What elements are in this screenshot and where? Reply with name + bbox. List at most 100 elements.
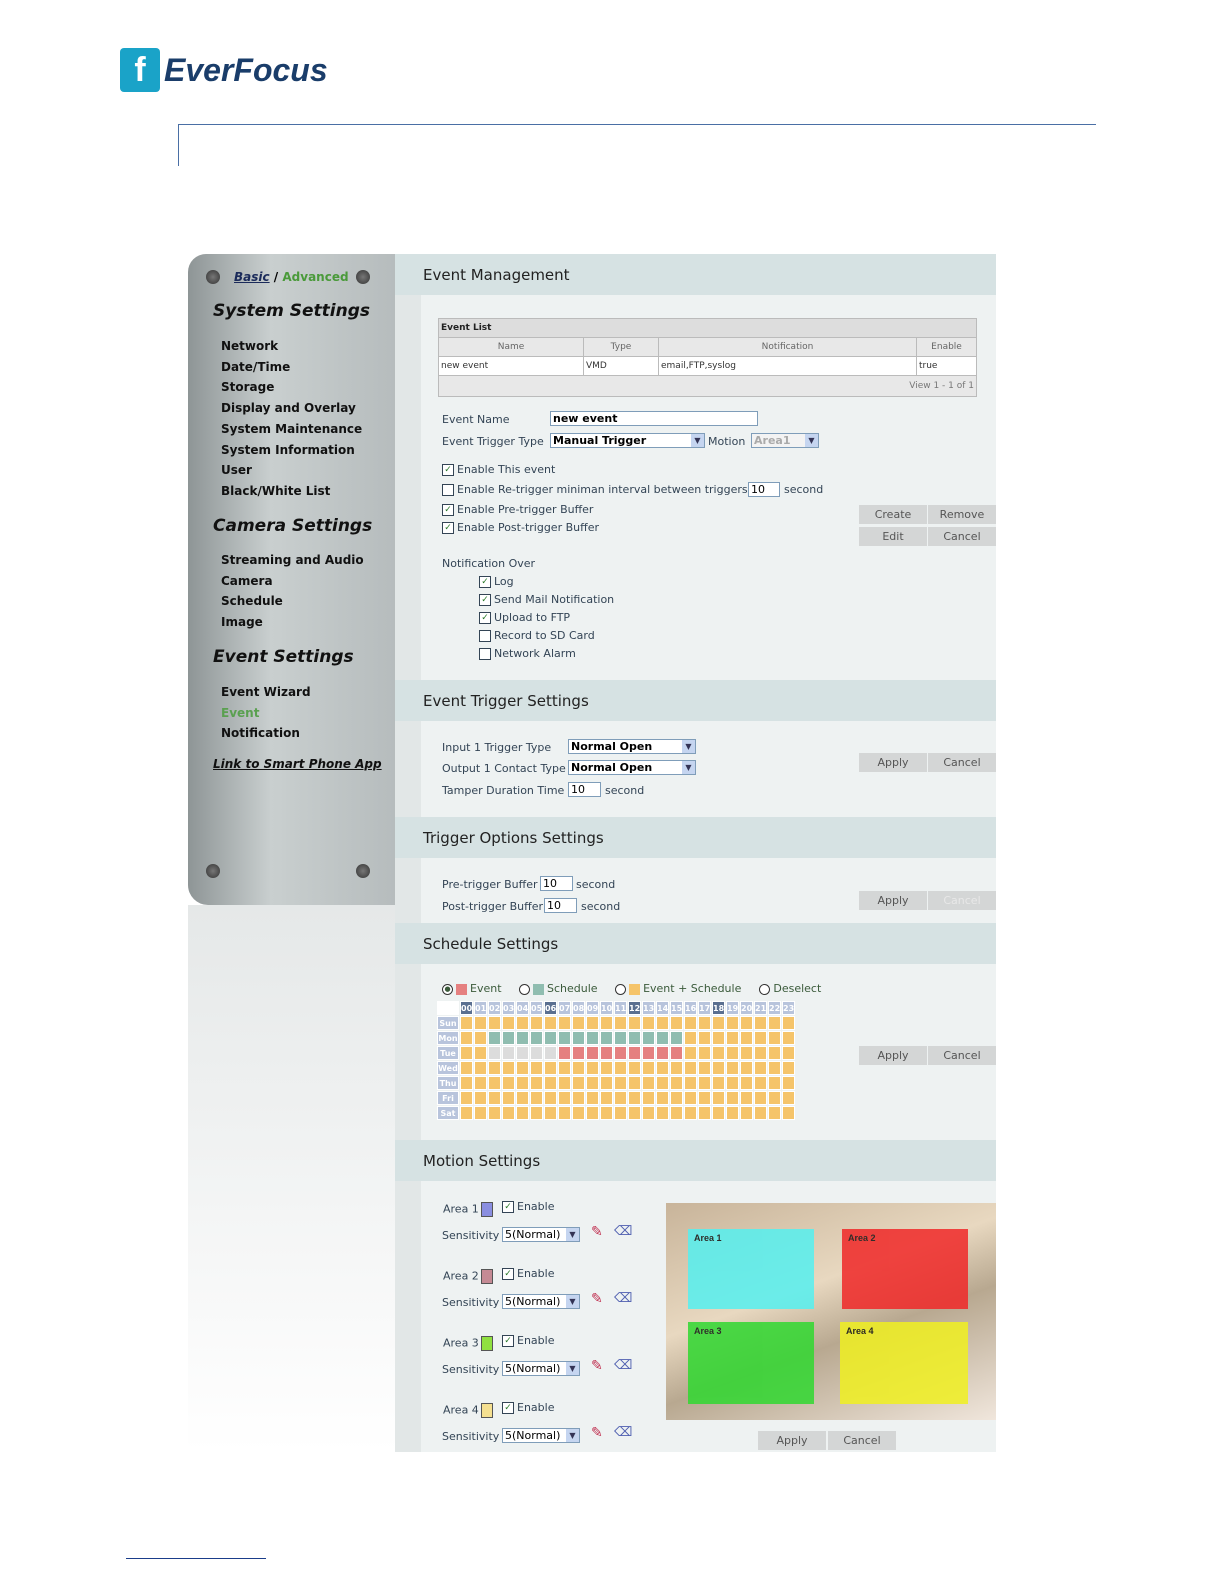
schedule-cell[interactable] [474,1091,487,1105]
schedule-cell[interactable] [460,1031,473,1045]
schedule-cell[interactable] [516,1106,529,1120]
schedule-cell[interactable] [726,1076,739,1090]
pre-trigger-buffer-input[interactable]: 10 [540,876,573,891]
apply-button[interactable]: Apply [758,1431,826,1450]
schedule-cell[interactable] [558,1046,571,1060]
eraser-icon[interactable]: ⌫ [614,1224,632,1239]
notify-record-to-sd-card-checkbox[interactable]: Record to SD Card [479,629,595,642]
day-label[interactable]: Sun [437,1016,459,1030]
schedule-cell[interactable] [600,1016,613,1030]
schedule-cell[interactable] [712,1106,725,1120]
schedule-cell[interactable] [530,1076,543,1090]
schedule-cell[interactable] [768,1016,781,1030]
hour-header[interactable]: 11 [614,1001,627,1015]
cancel-button[interactable]: Cancel [828,1431,896,1450]
hour-header[interactable]: 16 [684,1001,697,1015]
apply-button[interactable]: Apply [859,753,927,772]
schedule-cell[interactable] [628,1091,641,1105]
schedule-cell[interactable] [502,1061,515,1075]
enable-event-checkbox[interactable]: ✓ Enable This event [442,463,555,476]
hour-header[interactable]: 04 [516,1001,529,1015]
schedule-cell[interactable] [572,1106,585,1120]
schedule-cell[interactable] [754,1106,767,1120]
sensitivity-select[interactable]: 5(Normal) ▼ [502,1361,580,1376]
schedule-cell[interactable] [670,1016,683,1030]
schedule-cell[interactable] [628,1031,641,1045]
cancel-button[interactable]: Cancel [928,1046,996,1065]
sidebar-item-image[interactable]: Image [221,615,263,629]
camera-preview-image[interactable]: Area 1 Area 2 Area 3 Area 4 [666,1203,996,1420]
hour-header[interactable]: 17 [698,1001,711,1015]
schedule-cell[interactable] [614,1076,627,1090]
schedule-cell[interactable] [558,1091,571,1105]
area-enable-checkbox[interactable]: ✓ Enable [502,1267,554,1280]
schedule-cell[interactable] [516,1016,529,1030]
schedule-cell[interactable] [544,1091,557,1105]
schedule-cell[interactable] [530,1031,543,1045]
output-contact-type-select[interactable]: Normal Open ▼ [568,760,696,775]
schedule-cell[interactable] [544,1016,557,1030]
schedule-cell[interactable] [656,1046,669,1060]
hour-header[interactable]: 18 [712,1001,725,1015]
schedule-cell[interactable] [460,1091,473,1105]
schedule-cell[interactable] [656,1106,669,1120]
schedule-cell[interactable] [628,1046,641,1060]
schedule-cell[interactable] [474,1106,487,1120]
schedule-cell[interactable] [782,1076,795,1090]
schedule-cell[interactable] [782,1016,795,1030]
schedule-cell[interactable] [670,1061,683,1075]
schedule-cell[interactable] [726,1031,739,1045]
sidebar-item-camera[interactable]: Camera [221,574,273,588]
eraser-icon[interactable]: ⌫ [614,1425,632,1440]
schedule-cell[interactable] [698,1061,711,1075]
event-trigger-type-select[interactable]: Manual Trigger ▼ [550,433,705,448]
notify-upload-to-ftp-checkbox[interactable]: ✓ Upload to FTP [479,611,570,624]
sidebar-item-network[interactable]: Network [221,339,278,353]
hour-header[interactable]: 23 [782,1001,795,1015]
schedule-cell[interactable] [488,1076,501,1090]
schedule-cell[interactable] [712,1091,725,1105]
schedule-cell[interactable] [530,1046,543,1060]
cancel-button[interactable]: Cancel [928,527,996,546]
retrigger-interval-input[interactable]: 10 [748,482,780,497]
hour-header[interactable]: 20 [740,1001,753,1015]
day-label[interactable]: Mon [437,1031,459,1045]
mode-basic-link[interactable]: Basic [234,270,270,284]
sidebar-item-schedule[interactable]: Schedule [221,594,283,608]
day-label[interactable]: Thu [437,1076,459,1090]
event-name-input[interactable]: new event [550,411,758,426]
sidebar-item-system-maintenance[interactable]: System Maintenance [221,422,362,436]
schedule-cell[interactable] [726,1091,739,1105]
schedule-cell[interactable] [530,1106,543,1120]
schedule-cell[interactable] [572,1061,585,1075]
hour-header[interactable]: 06 [544,1001,557,1015]
pencil-icon[interactable]: ✎ [591,1224,603,1240]
schedule-cell[interactable] [488,1061,501,1075]
schedule-cell[interactable] [698,1031,711,1045]
schedule-cell[interactable] [460,1061,473,1075]
schedule-cell[interactable] [754,1061,767,1075]
schedule-cell[interactable] [768,1076,781,1090]
edit-button[interactable]: Edit [859,527,927,546]
schedule-cell[interactable] [656,1031,669,1045]
apply-button[interactable]: Apply [859,1046,927,1065]
sidebar-item-event-wizard[interactable]: Event Wizard [221,685,311,699]
schedule-cell[interactable] [684,1061,697,1075]
schedule-cell[interactable] [544,1046,557,1060]
remove-button[interactable]: Remove [928,505,996,524]
hour-header[interactable]: 14 [656,1001,669,1015]
schedule-cell[interactable] [782,1091,795,1105]
schedule-cell[interactable] [670,1106,683,1120]
area-enable-checkbox[interactable]: ✓ Enable [502,1200,554,1213]
cancel-button[interactable]: Cancel [928,753,996,772]
schedule-cell[interactable] [460,1076,473,1090]
day-label[interactable]: Fri [437,1091,459,1105]
hour-header[interactable]: 01 [474,1001,487,1015]
schedule-cell[interactable] [572,1076,585,1090]
schedule-cell[interactable] [768,1091,781,1105]
post-trigger-buffer-checkbox[interactable]: ✓ Enable Post-trigger Buffer [442,521,599,534]
table-row[interactable]: new event VMD email,FTP,syslog true [438,356,977,376]
schedule-cell[interactable] [600,1061,613,1075]
schedule-cell[interactable] [600,1091,613,1105]
schedule-cell[interactable] [642,1031,655,1045]
